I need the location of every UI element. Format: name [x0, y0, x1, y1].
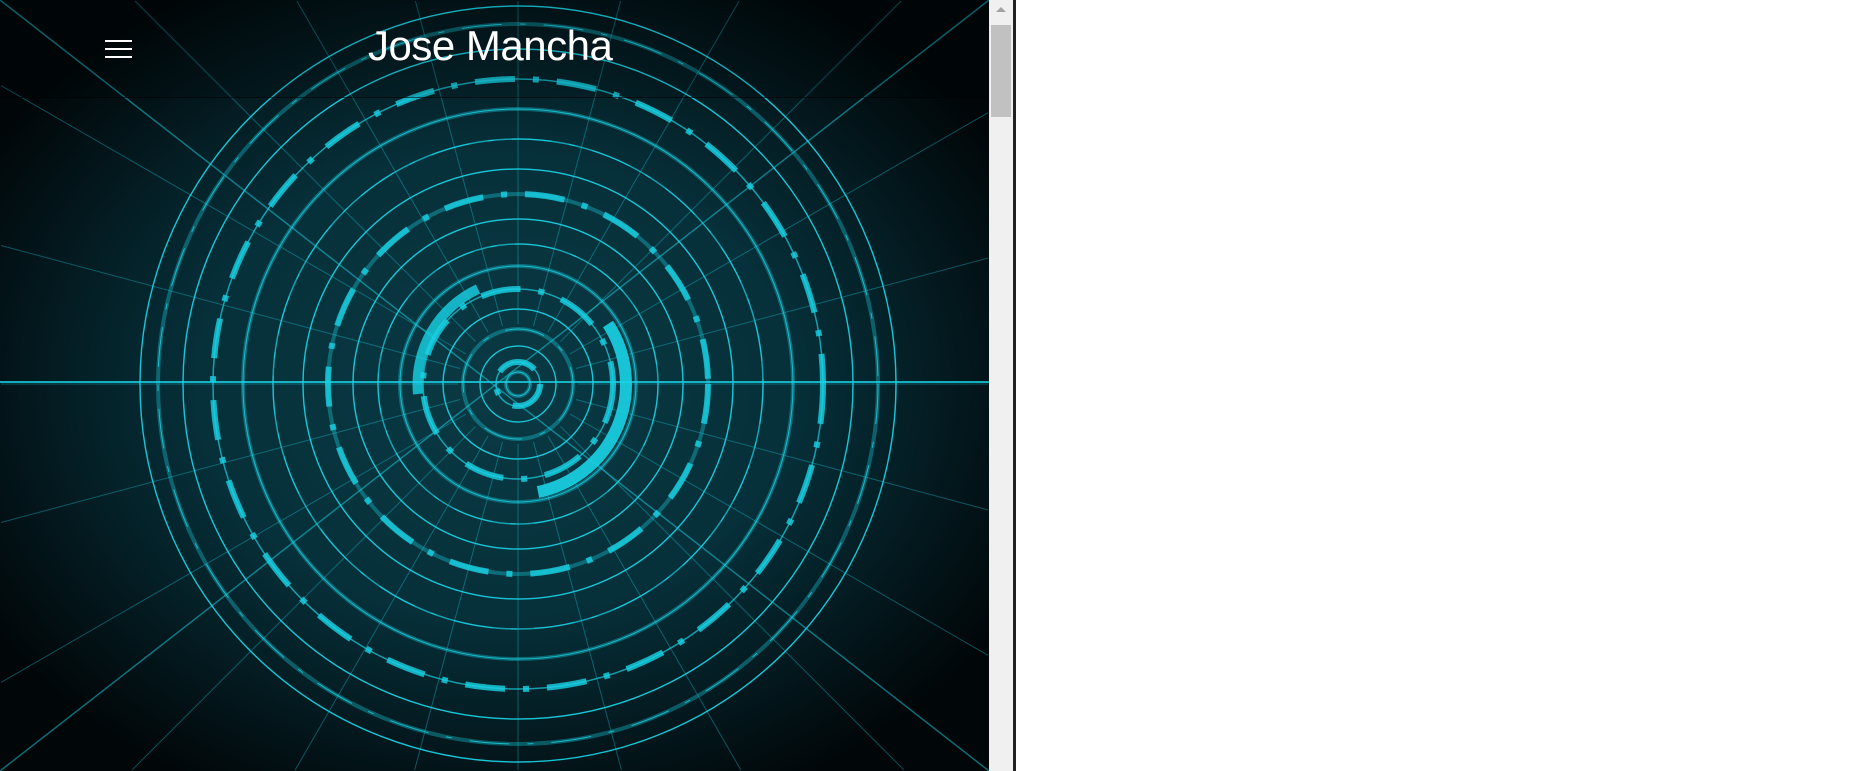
vertical-scrollbar[interactable]	[989, 0, 1013, 771]
empty-pane	[1016, 0, 1868, 771]
hero-section: Jose Mancha	[0, 0, 989, 771]
scroll-up-arrow-icon[interactable]	[989, 0, 1013, 18]
hamburger-menu-icon[interactable]	[102, 36, 136, 62]
top-nav-bar: Jose Mancha	[0, 0, 989, 98]
scrollbar-thumb[interactable]	[991, 25, 1011, 117]
tech-circle-background-image	[0, 0, 989, 771]
site-title: Jose Mancha	[368, 22, 613, 69]
